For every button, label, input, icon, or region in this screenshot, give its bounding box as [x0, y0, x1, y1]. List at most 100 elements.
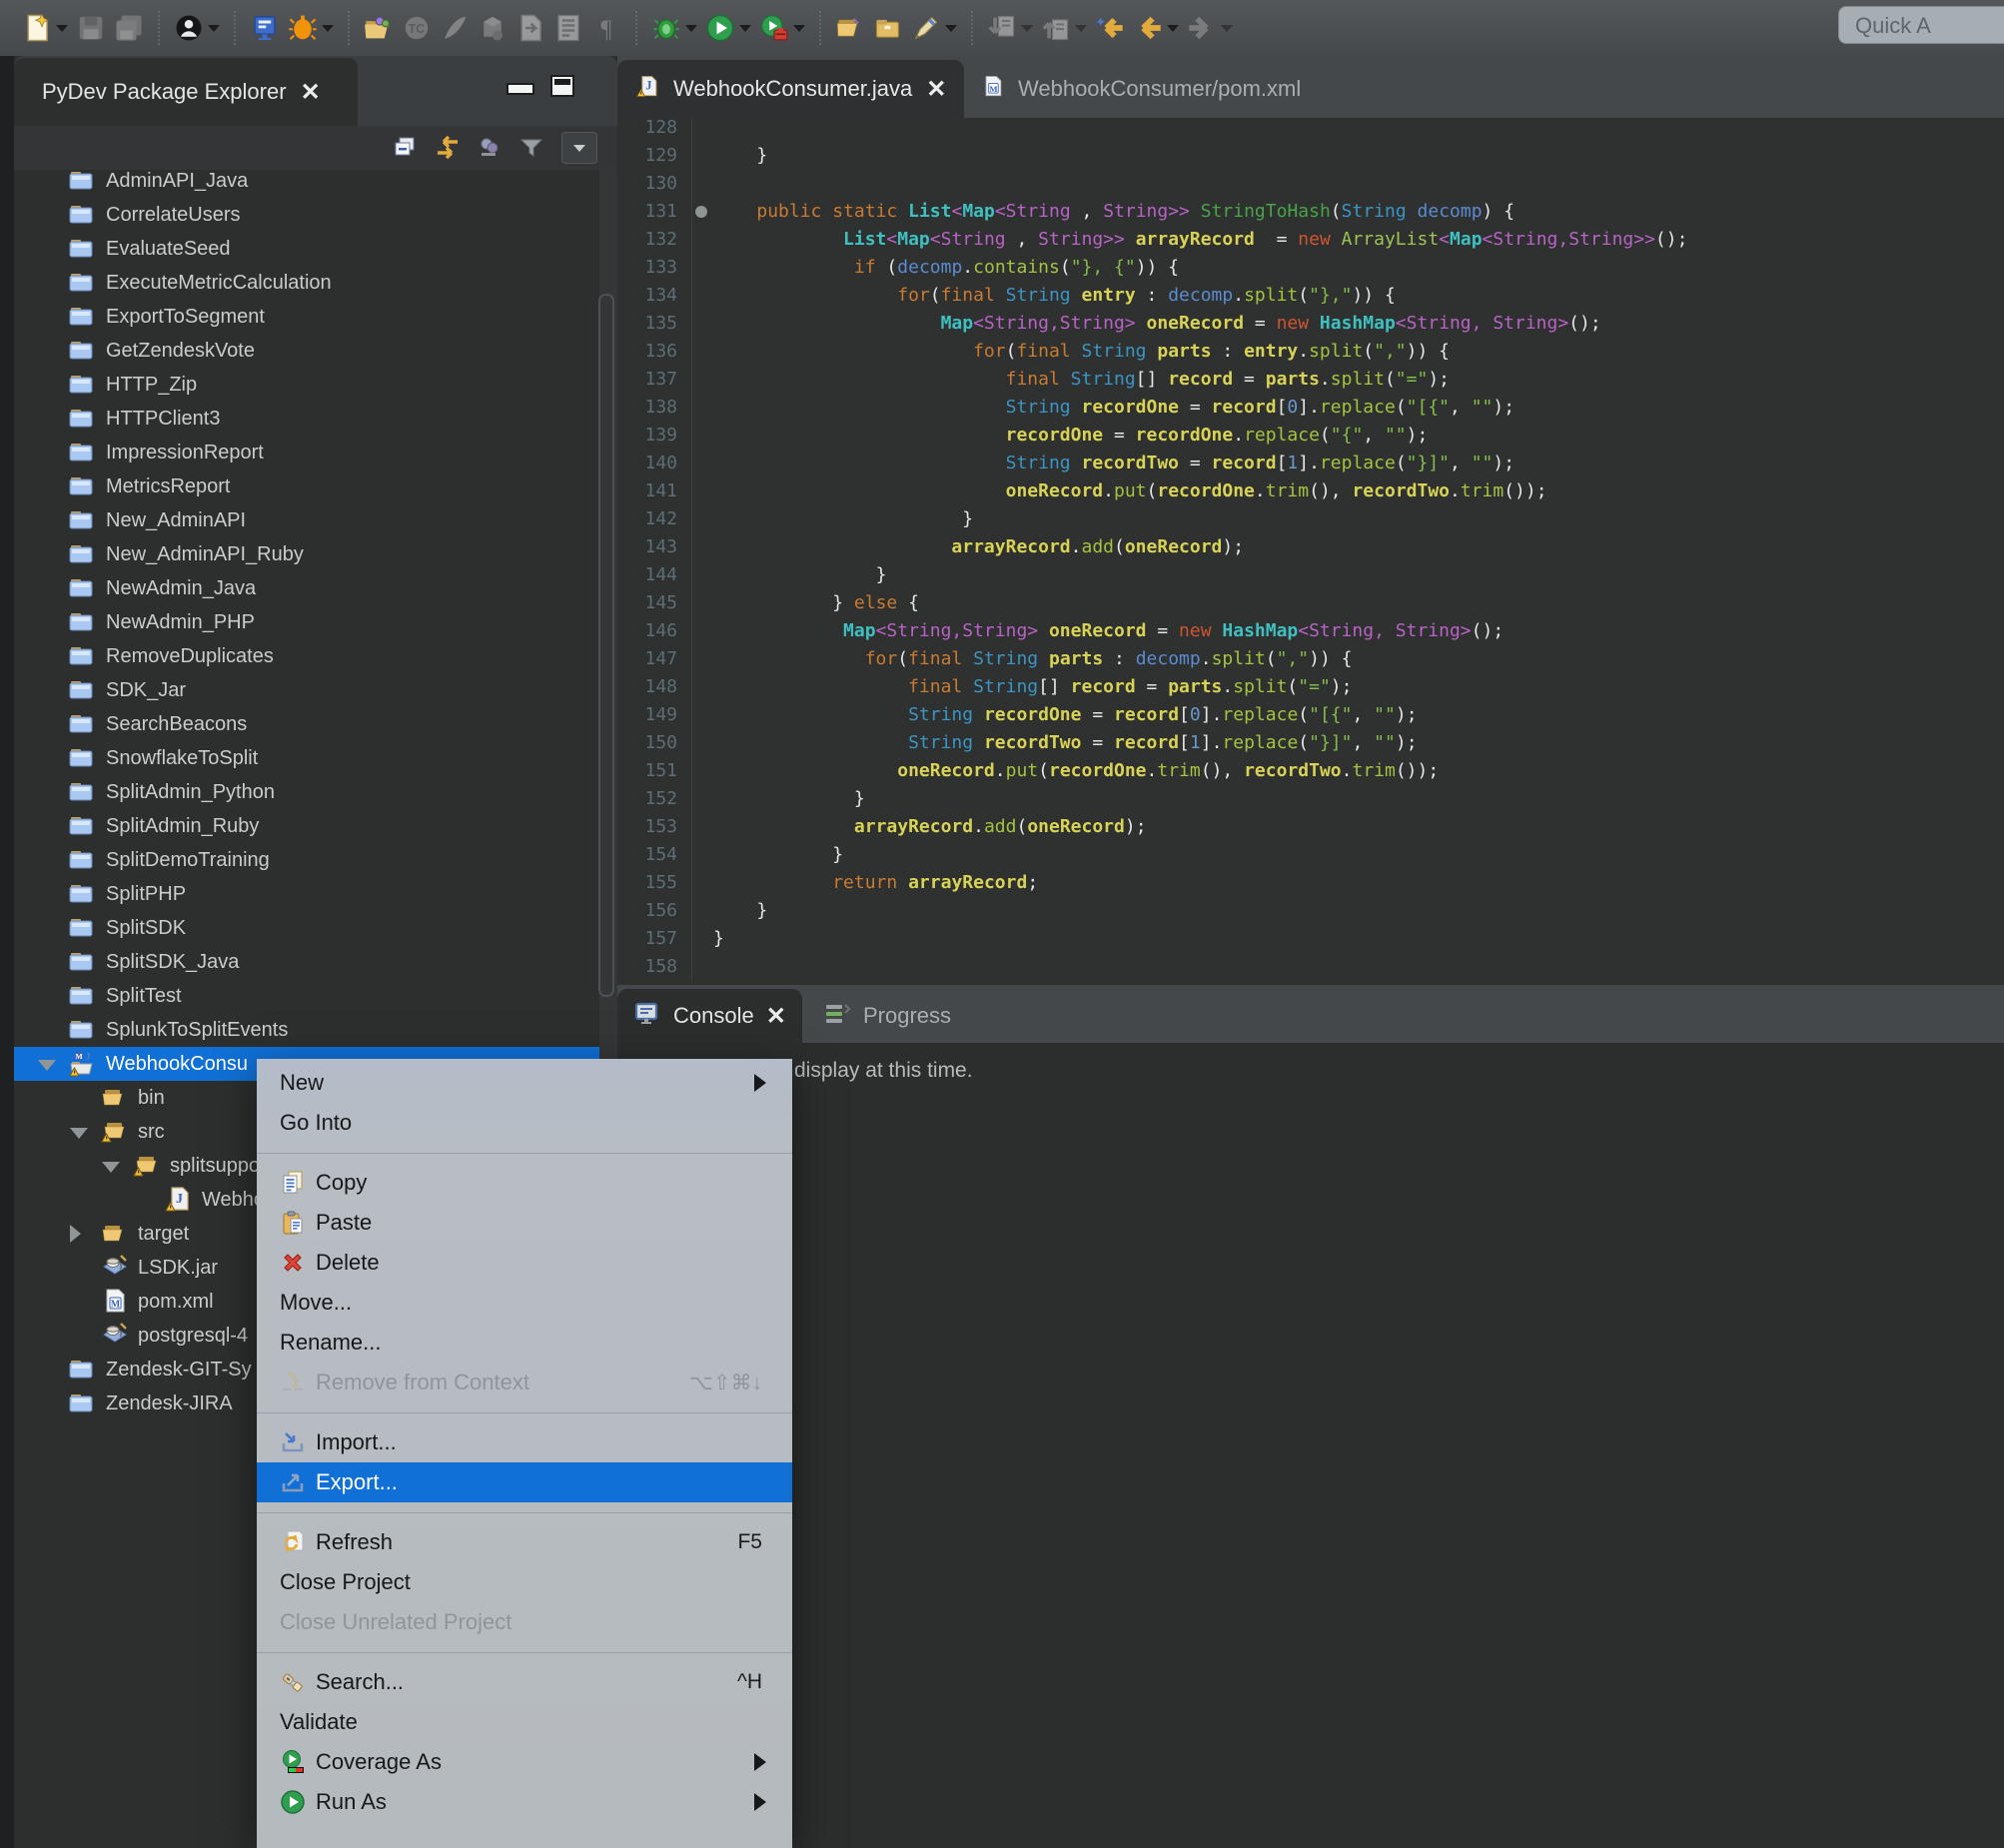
- console-view-icon[interactable]: [250, 13, 280, 43]
- package-icon[interactable]: [478, 13, 507, 43]
- close-icon[interactable]: ✕: [926, 75, 946, 104]
- chevron-expanded-icon[interactable]: [70, 1128, 88, 1139]
- menu-item-import[interactable]: Import...: [257, 1422, 792, 1462]
- code-text: }: [713, 841, 2004, 869]
- menu-item-rename[interactable]: Rename...: [257, 1323, 792, 1363]
- debug-icon[interactable]: [651, 13, 697, 43]
- prev-annotation-icon[interactable]: [1041, 13, 1087, 43]
- chevron-expanded-icon[interactable]: [102, 1162, 120, 1173]
- doc-list-icon[interactable]: [553, 13, 583, 43]
- tree-item-newadmin-php[interactable]: NewAdmin_PHP: [14, 605, 617, 639]
- tree-item-getzendeskvote[interactable]: GetZendeskVote: [14, 334, 617, 368]
- tree-item-splitsdk-java[interactable]: SplitSDK_Java: [14, 945, 617, 979]
- collapse-all-icon[interactable]: [392, 134, 420, 162]
- console-tab-console[interactable]: Console✕: [617, 989, 802, 1043]
- fold-marker-icon[interactable]: [691, 198, 713, 226]
- tree-item-adminapi-java[interactable]: AdminAPI_Java: [14, 164, 617, 198]
- tree-item-splitdemotraining[interactable]: SplitDemoTraining: [14, 843, 617, 877]
- filter-icon[interactable]: [517, 134, 545, 162]
- code-text: oneRecord.put(recordOne.trim(), recordTw…: [713, 477, 2004, 505]
- code-editor[interactable]: 128129 }130131 public static List<Map<St…: [617, 118, 2004, 985]
- editor-tab-webhookconsumer-java[interactable]: JWebhookConsumer.java✕: [617, 60, 964, 118]
- tree-item-exporttosegment[interactable]: ExportToSegment: [14, 300, 617, 334]
- tree-item-correlateusers[interactable]: CorrelateUsers: [14, 198, 617, 232]
- menu-item-refresh[interactable]: RefreshF5: [257, 1522, 792, 1562]
- menu-item-paste[interactable]: Paste: [257, 1203, 792, 1243]
- tree-scrollbar[interactable]: [599, 164, 617, 1143]
- menu-item-coverage-as[interactable]: Coverage As: [257, 1742, 792, 1782]
- svg-text:M: M: [111, 1300, 121, 1311]
- menu-item-go-into[interactable]: Go Into: [257, 1103, 792, 1143]
- tree-item-sdk-jar[interactable]: SDK_Jar: [14, 673, 617, 707]
- tree-item-http-zip[interactable]: HTTP_Zip: [14, 368, 617, 402]
- tree-item-newadmin-java[interactable]: NewAdmin_Java: [14, 571, 617, 605]
- external-tools-icon[interactable]: [759, 13, 805, 43]
- tree-item-snowflaketosplit[interactable]: SnowflakeToSplit: [14, 741, 617, 775]
- pilcrow-icon[interactable]: ¶: [591, 13, 621, 43]
- menu-separator: [257, 1642, 792, 1662]
- tree-item-new-adminapi-ruby[interactable]: New_AdminAPI_Ruby: [14, 537, 617, 571]
- console-tab-progress[interactable]: Progress: [807, 989, 979, 1043]
- minimize-view-icon[interactable]: [506, 83, 534, 95]
- project-folder-icon: [68, 1389, 98, 1417]
- tree-item-searchbeacons[interactable]: SearchBeacons: [14, 707, 617, 741]
- save-icon[interactable]: [76, 13, 106, 43]
- chevron-expanded-icon[interactable]: [38, 1060, 56, 1071]
- next-annotation-icon[interactable]: [987, 13, 1033, 43]
- menu-item-delete[interactable]: Delete: [257, 1243, 792, 1283]
- open-folder-icon[interactable]: [835, 13, 865, 43]
- save-all-icon[interactable]: [114, 13, 144, 43]
- closed-folder-icon[interactable]: [873, 13, 903, 43]
- view-menu-icon[interactable]: [561, 132, 597, 164]
- menu-item-move[interactable]: Move...: [257, 1283, 792, 1323]
- tc-icon[interactable]: TC: [402, 13, 432, 43]
- close-icon[interactable]: ✕: [766, 1002, 786, 1031]
- feather-icon[interactable]: [440, 13, 470, 43]
- menu-item-remove-from-context[interactable]: Remove from Context⌥⇧⌘↓: [257, 1363, 792, 1402]
- forward-icon[interactable]: [1187, 13, 1233, 43]
- tree-item-new-adminapi[interactable]: New_AdminAPI: [14, 503, 617, 537]
- tree-item-splitphp[interactable]: SplitPHP: [14, 877, 617, 911]
- run-config-folder-icon[interactable]: [364, 13, 394, 43]
- chevron-collapsed-icon[interactable]: [70, 1225, 81, 1243]
- menu-item-label: Copy: [316, 1170, 367, 1196]
- tree-item-metricsreport[interactable]: MetricsReport: [14, 469, 617, 503]
- close-icon[interactable]: ✕: [301, 78, 321, 107]
- copy-doc-icon[interactable]: [515, 13, 545, 43]
- menu-item-search[interactable]: Search...^H: [257, 1662, 792, 1702]
- tree-item-splunktosplitevents[interactable]: SplunkToSplitEvents: [14, 1013, 617, 1047]
- tree-item-evaluateseed[interactable]: EvaluateSeed: [14, 232, 617, 266]
- menu-item-close-project[interactable]: Close Project: [257, 1562, 792, 1602]
- tree-item-label: SplitAdmin_Python: [106, 781, 275, 804]
- menu-item-new[interactable]: New: [257, 1063, 792, 1103]
- tree-item-splitsdk[interactable]: SplitSDK: [14, 911, 617, 945]
- tree-item-label: NewAdmin_PHP: [106, 611, 255, 634]
- menu-item-run-as[interactable]: Run As: [257, 1782, 792, 1822]
- tree-item-httpclient3[interactable]: HTTPClient3: [14, 402, 617, 436]
- menu-item-export[interactable]: Export...: [257, 1462, 792, 1502]
- tree-item-impressionreport[interactable]: ImpressionReport: [14, 436, 617, 469]
- tree-item-splitadmin-ruby[interactable]: SplitAdmin_Ruby: [14, 809, 617, 843]
- tree-item-splittest[interactable]: SplitTest: [14, 979, 617, 1013]
- menu-item-close-unrelated-project[interactable]: Close Unrelated Project: [257, 1602, 792, 1642]
- highlighter-icon[interactable]: [911, 13, 957, 43]
- back-icon[interactable]: [1133, 13, 1179, 43]
- user-icon[interactable]: [174, 13, 220, 43]
- tree-item-executemetriccalculation[interactable]: ExecuteMetricCalculation: [14, 266, 617, 300]
- new-wizard-icon[interactable]: [22, 13, 68, 43]
- tree-item-splitadmin-python[interactable]: SplitAdmin_Python: [14, 775, 617, 809]
- menu-item-validate[interactable]: Validate: [257, 1702, 792, 1742]
- tab-pydev-package-explorer[interactable]: PyDev Package Explorer ✕: [14, 58, 358, 126]
- editor-tab-webhookconsumer-pom-xml[interactable]: MWebhookConsumer/pom.xml: [962, 60, 1333, 118]
- tree-item-removeduplicates[interactable]: RemoveDuplicates: [14, 639, 617, 673]
- quick-access-box[interactable]: Quick A: [1838, 6, 2004, 44]
- menu-item-copy[interactable]: Copy: [257, 1163, 792, 1203]
- last-edit-location-icon[interactable]: [1095, 13, 1125, 43]
- link-with-editor-icon[interactable]: [434, 134, 462, 162]
- orange-bug-icon[interactable]: [288, 13, 334, 43]
- run-icon[interactable]: [705, 13, 751, 43]
- focus-task-icon[interactable]: [476, 134, 503, 162]
- submenu-arrow-icon: [754, 1793, 766, 1811]
- tree-scrollbar-thumb[interactable]: [598, 294, 614, 997]
- maximize-view-icon[interactable]: [550, 75, 574, 97]
